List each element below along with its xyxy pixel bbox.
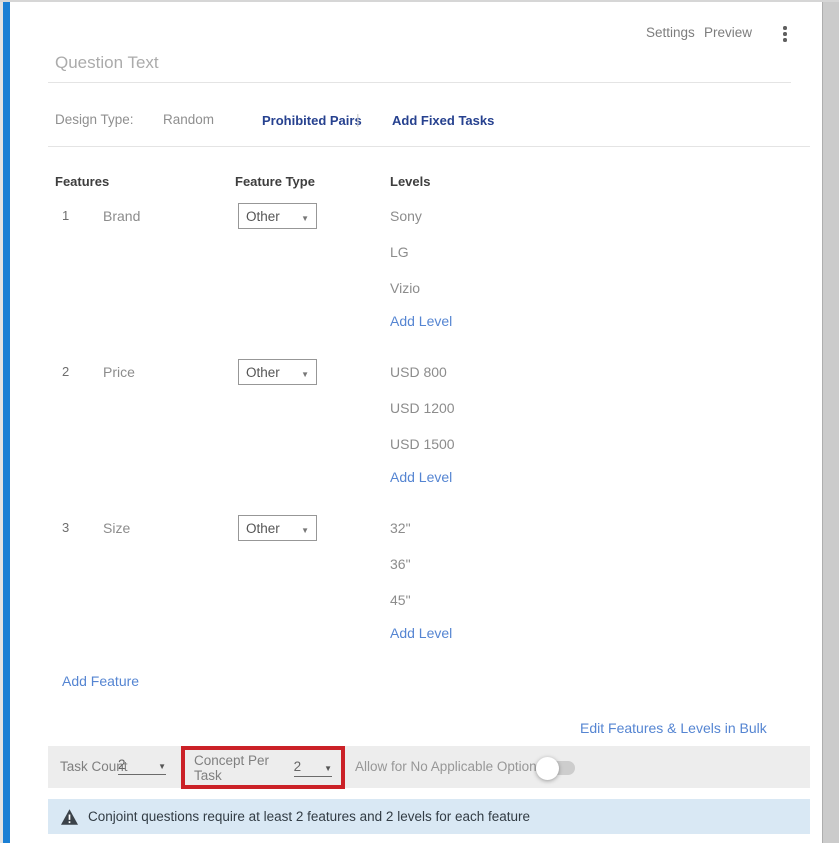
validation-warning-banner: Conjoint questions require at least 2 fe… xyxy=(48,799,810,834)
feature-type-select[interactable]: Other xyxy=(238,359,317,385)
add-level-link[interactable]: Add Level xyxy=(390,313,452,329)
chevron-down-icon xyxy=(301,365,309,380)
level-value[interactable]: 32" xyxy=(390,520,411,536)
settings-button[interactable]: Settings xyxy=(646,25,695,40)
left-accent-bar xyxy=(3,2,10,843)
edit-features-levels-bulk-link[interactable]: Edit Features & Levels in Bulk xyxy=(580,720,767,736)
concept-per-task-select[interactable]: 2 xyxy=(294,759,332,777)
design-type-value[interactable]: Random xyxy=(163,112,214,127)
design-section-divider xyxy=(48,146,810,147)
feature-name[interactable]: Brand xyxy=(103,208,140,224)
concept-per-task-label: Concept Per Task xyxy=(194,753,287,783)
task-count-value: 2 xyxy=(118,757,126,772)
allow-na-toggle[interactable] xyxy=(539,761,575,775)
scrollbar[interactable] xyxy=(822,2,839,843)
toggle-knob xyxy=(536,757,559,780)
add-level-link[interactable]: Add Level xyxy=(390,469,452,485)
question-text-underline xyxy=(48,82,791,83)
level-value[interactable]: USD 1500 xyxy=(390,436,455,452)
allow-na-label: Allow for No Applicable Option xyxy=(355,759,537,774)
add-fixed-tasks-link[interactable]: Add Fixed Tasks xyxy=(392,113,494,128)
task-count-select[interactable]: 2 xyxy=(118,757,166,775)
add-level-link[interactable]: Add Level xyxy=(390,625,452,641)
warning-triangle-icon xyxy=(61,809,78,825)
chevron-down-icon xyxy=(324,759,332,774)
concept-per-task-value: 2 xyxy=(294,759,302,774)
conjoint-question-editor: Settings Preview Question Text Design Ty… xyxy=(0,0,839,843)
feature-type-select[interactable]: Other xyxy=(238,515,317,541)
level-value[interactable]: LG xyxy=(390,244,409,260)
question-text-input[interactable]: Question Text xyxy=(55,53,159,73)
level-value[interactable]: USD 1200 xyxy=(390,400,455,416)
link-divider: | xyxy=(356,111,360,127)
feature-type-select-value: Other xyxy=(246,521,280,536)
level-value[interactable]: Sony xyxy=(390,208,422,224)
prohibited-pairs-link[interactable]: Prohibited Pairs xyxy=(262,113,362,128)
chevron-down-icon xyxy=(301,209,309,224)
conjoint-settings-bar: Task Count 2 Concept Per Task 2 Allow fo… xyxy=(48,746,810,788)
level-value[interactable]: 36" xyxy=(390,556,411,572)
feature-type-select-value: Other xyxy=(246,209,280,224)
features-column-header: Features xyxy=(55,174,109,189)
feature-index: 2 xyxy=(62,364,69,379)
warning-message: Conjoint questions require at least 2 fe… xyxy=(88,809,530,824)
feature-index: 3 xyxy=(62,520,69,535)
feature-type-select[interactable]: Other xyxy=(238,203,317,229)
chevron-down-icon xyxy=(158,757,166,772)
feature-name[interactable]: Size xyxy=(103,520,130,536)
feature-type-select-value: Other xyxy=(246,365,280,380)
feature-type-column-header: Feature Type xyxy=(235,174,315,189)
chevron-down-icon xyxy=(301,521,309,536)
level-value[interactable]: 45" xyxy=(390,592,411,608)
concept-per-task-highlight: Concept Per Task 2 xyxy=(181,746,345,789)
levels-column-header: Levels xyxy=(390,174,430,189)
level-value[interactable]: USD 800 xyxy=(390,364,447,380)
level-value[interactable]: Vizio xyxy=(390,280,420,296)
feature-index: 1 xyxy=(62,208,69,223)
feature-name[interactable]: Price xyxy=(103,364,135,380)
add-feature-link[interactable]: Add Feature xyxy=(62,673,139,689)
preview-button[interactable]: Preview xyxy=(704,25,752,40)
design-type-label: Design Type: xyxy=(55,112,134,127)
kebab-menu-icon[interactable] xyxy=(781,24,789,44)
